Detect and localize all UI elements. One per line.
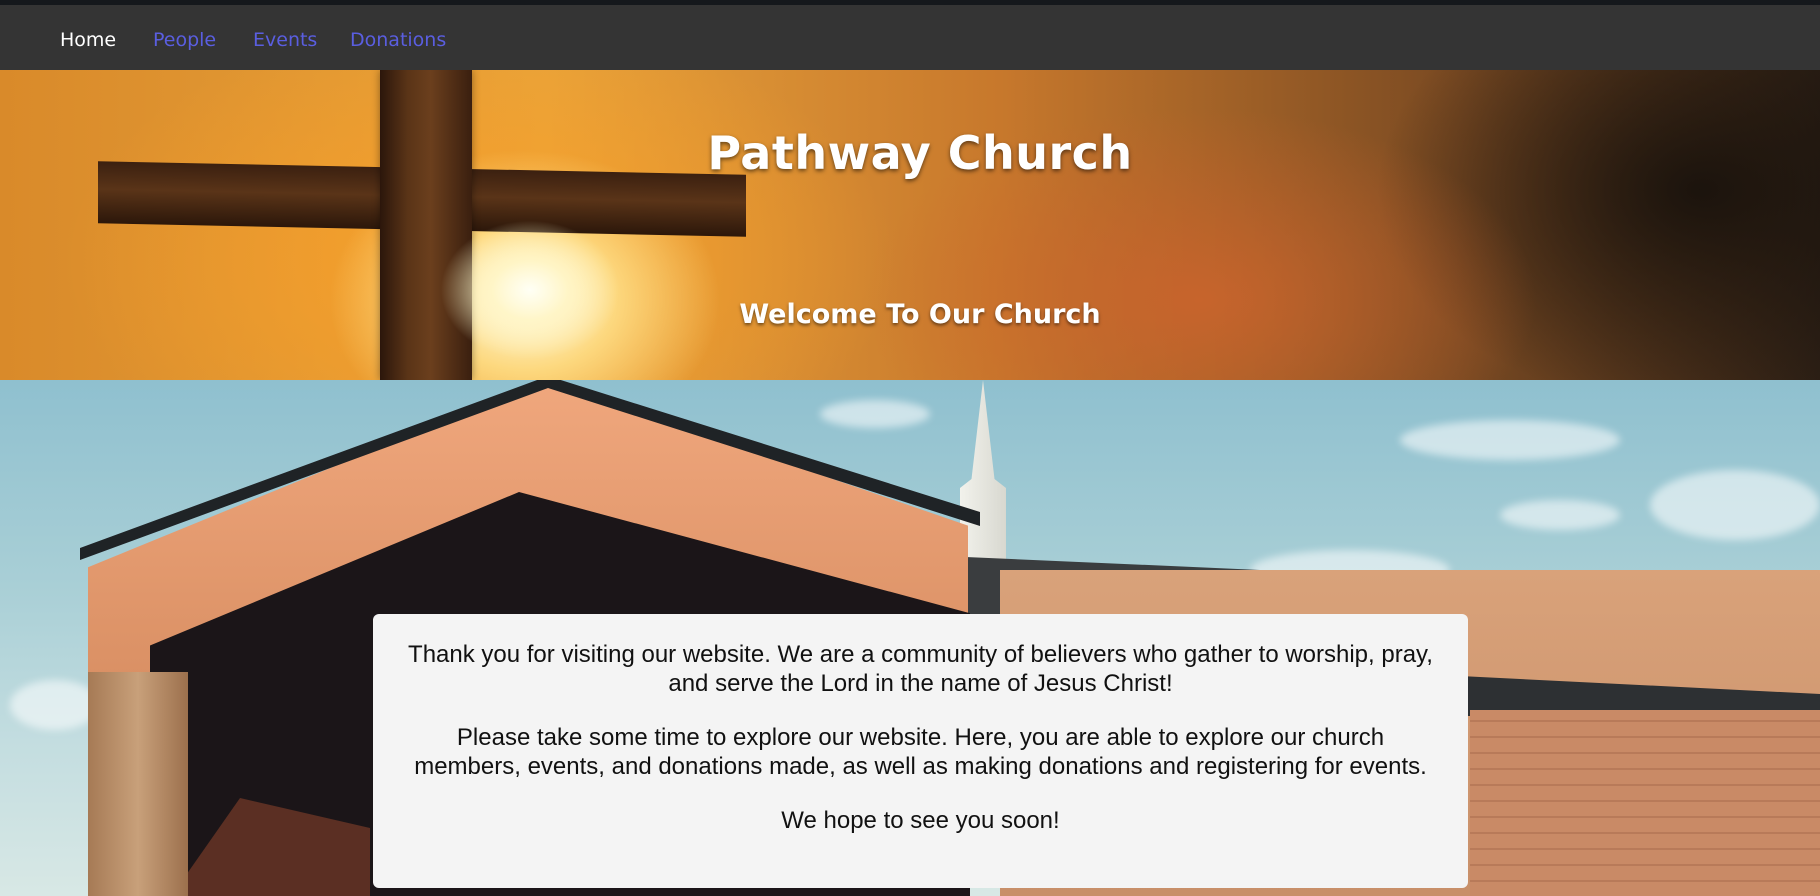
- cloud-shape: [1400, 420, 1620, 460]
- explore-paragraph: Please take some time to explore our web…: [414, 724, 1427, 780]
- stone-pillar-shape: [88, 672, 188, 896]
- intro-paragraph: Thank you for visiting our website. We a…: [408, 641, 1433, 697]
- brick-wall-shape: [1470, 710, 1820, 896]
- top-navbar: Home People Events Donations: [0, 5, 1820, 70]
- cross-image-post: [380, 70, 472, 380]
- cloud-shape: [1500, 500, 1620, 530]
- closing-paragraph: We hope to see you soon!: [781, 807, 1060, 834]
- nav-home-link[interactable]: Home: [60, 29, 116, 51]
- nav-people-link[interactable]: People: [153, 29, 216, 51]
- welcome-heading: Welcome To Our Church: [739, 299, 1101, 331]
- cloud-shape: [1650, 470, 1820, 540]
- site-title: Pathway Church: [707, 125, 1133, 180]
- nav-events-link[interactable]: Events: [253, 29, 317, 51]
- nav-donations-link[interactable]: Donations: [350, 29, 446, 51]
- cloud-shape: [10, 680, 100, 730]
- sunburst-image: [440, 220, 620, 360]
- welcome-card: Thank you for visiting our website. We a…: [373, 614, 1468, 888]
- hero-banner: Pathway Church Welcome To Our Church: [0, 70, 1820, 380]
- cloud-shape: [820, 400, 930, 428]
